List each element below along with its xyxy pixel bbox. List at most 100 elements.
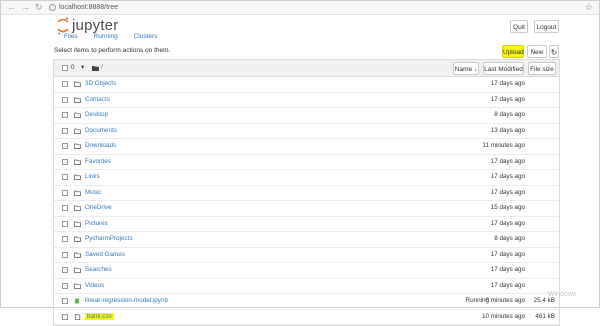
row-checkbox[interactable] (62, 298, 68, 304)
file-name-link[interactable]: PycharmProjects (85, 232, 133, 247)
refresh-button[interactable]: ↻ (549, 45, 559, 58)
file-name-link[interactable]: bank.csv (85, 310, 114, 325)
last-modified: 11 minutes ago (482, 142, 525, 149)
select-dropdown[interactable]: ▾ (81, 60, 84, 76)
row-checkbox[interactable] (62, 158, 68, 165)
file-name-text: Documents (85, 126, 117, 134)
tab-running[interactable]: Running (94, 33, 118, 40)
table-row[interactable]: 3D Objects 17 days ago (54, 77, 559, 93)
star-icon[interactable]: ☆ (585, 1, 593, 14)
file-name-link[interactable]: Links (85, 170, 100, 185)
file-name-link[interactable]: Favorites (85, 155, 111, 170)
last-modified: 15 days ago (490, 204, 525, 211)
row-checkbox[interactable] (62, 205, 68, 211)
table-row[interactable]: Documents 13 days ago (54, 124, 559, 139)
list-header: 0 ▾ / Name ↓ Last Modified File size (54, 60, 559, 77)
row-checkbox[interactable] (62, 220, 68, 227)
file-name-text: Favorites (85, 157, 111, 165)
file-name-link[interactable]: OneDrive (85, 201, 112, 216)
file-name-link[interactable]: Music (85, 186, 101, 201)
table-row[interactable]: Videos 17 days ago (54, 279, 559, 294)
table-row[interactable]: Favorites 17 days ago (54, 155, 559, 170)
tab-clusters[interactable]: Clusters (134, 33, 158, 40)
file-name-text: linear-regression-model.ipynb (85, 297, 168, 304)
table-row[interactable]: Downloads 11 minutes ago (54, 139, 559, 155)
last-modified: 17 days ago (490, 157, 525, 165)
file-name-text: Desktop (85, 111, 109, 118)
folder-icon (74, 112, 81, 118)
table-row[interactable]: bank.csv 10 minutes ago 461 kB (54, 310, 559, 325)
table-row[interactable]: Saved Games 17 days ago (54, 248, 559, 263)
forward-icon[interactable]: → (21, 1, 30, 14)
file-name-text: Links (85, 173, 100, 180)
file-name-text: OneDrive (85, 204, 112, 211)
file-name-link[interactable]: Contacts (85, 93, 110, 108)
file-name-text: Pictures (85, 219, 108, 227)
file-name-link[interactable]: Desktop (85, 108, 108, 123)
file-name-link[interactable]: Searches (85, 263, 112, 278)
file-name-link[interactable]: Saved Games (85, 248, 125, 263)
last-modified: 17 days ago (490, 266, 525, 273)
last-modified: 6 minutes ago (485, 297, 525, 304)
row-checkbox[interactable] (62, 112, 68, 118)
address-bar[interactable]: localhost:8888/tree (49, 2, 118, 13)
last-modified: 17 days ago (490, 95, 525, 103)
reload-icon[interactable]: ↻ (35, 1, 43, 14)
table-row[interactable]: PycharmProjects 8 days ago (54, 232, 559, 248)
row-checkbox[interactable] (62, 143, 68, 149)
table-row[interactable]: Desktop 8 days ago (54, 108, 559, 124)
folder-icon (74, 143, 81, 149)
file-name-link[interactable]: Documents (85, 124, 117, 139)
table-row[interactable]: Music 17 days ago (54, 186, 559, 201)
windows-watermark: Windows (548, 291, 577, 298)
last-modified: 17 days ago (490, 219, 525, 227)
row-checkbox[interactable] (62, 282, 68, 289)
sort-by-name-button[interactable]: Name ↓ (453, 62, 479, 75)
folder-icon (74, 81, 81, 87)
upload-button[interactable]: Upload (502, 45, 524, 58)
row-checkbox[interactable] (62, 251, 68, 258)
tab-files[interactable]: Files (64, 33, 78, 40)
folder-icon (74, 283, 81, 289)
file-name-text: 3D Objects (85, 80, 117, 87)
browser-bar: ← → ↻ localhost:8888/tree ☆ (1, 1, 599, 15)
file-name-link[interactable]: Videos (85, 279, 104, 294)
file-name-link[interactable]: Pictures (85, 217, 108, 232)
file-name-link[interactable]: Downloads (85, 139, 116, 154)
notebook-icon (75, 298, 79, 304)
new-dropdown-button[interactable]: New ▾ (527, 45, 547, 69)
row-checkbox[interactable] (62, 236, 68, 242)
file-name-link[interactable]: linear-regression-model.ipynb (85, 294, 168, 309)
table-row[interactable]: Searches 17 days ago (54, 263, 559, 279)
quit-button[interactable]: Quit (510, 20, 528, 33)
row-checkbox[interactable] (62, 313, 68, 320)
table-row[interactable]: linear-regression-model.ipynb Running 6 mi… (54, 294, 559, 310)
logo-text: jupyter (72, 17, 119, 34)
folder-icon (74, 174, 81, 180)
select-all-checkbox[interactable] (62, 65, 68, 71)
folder-icon (74, 159, 81, 165)
sort-by-size-button[interactable]: File size (528, 62, 556, 75)
row-checkbox[interactable] (62, 189, 68, 196)
last-modified: 8 days ago (494, 111, 525, 118)
folder-home-icon[interactable] (92, 65, 99, 71)
row-checkbox[interactable] (62, 127, 68, 134)
url-text: localhost:8888/tree (59, 4, 119, 11)
last-modified: 17 days ago (490, 281, 525, 289)
row-checkbox[interactable] (62, 96, 68, 103)
last-modified: 17 days ago (490, 250, 525, 258)
row-checkbox[interactable] (62, 174, 68, 180)
back-icon[interactable]: ← (7, 1, 16, 14)
table-row[interactable]: Contacts 17 days ago (54, 93, 559, 108)
breadcrumb-root[interactable]: / (101, 60, 103, 76)
row-checkbox[interactable] (62, 267, 68, 273)
sort-by-last-modified-button[interactable]: Last Modified (483, 62, 524, 75)
folder-icon (74, 128, 81, 134)
row-checkbox[interactable] (62, 81, 68, 87)
table-row[interactable]: Links 17 days ago (54, 170, 559, 186)
table-row[interactable]: Pictures 17 days ago (54, 217, 559, 232)
logout-button[interactable]: Logout (534, 20, 559, 33)
folder-icon (74, 236, 81, 242)
table-row[interactable]: OneDrive 15 days ago (54, 201, 559, 217)
file-name-link[interactable]: 3D Objects (85, 77, 116, 92)
